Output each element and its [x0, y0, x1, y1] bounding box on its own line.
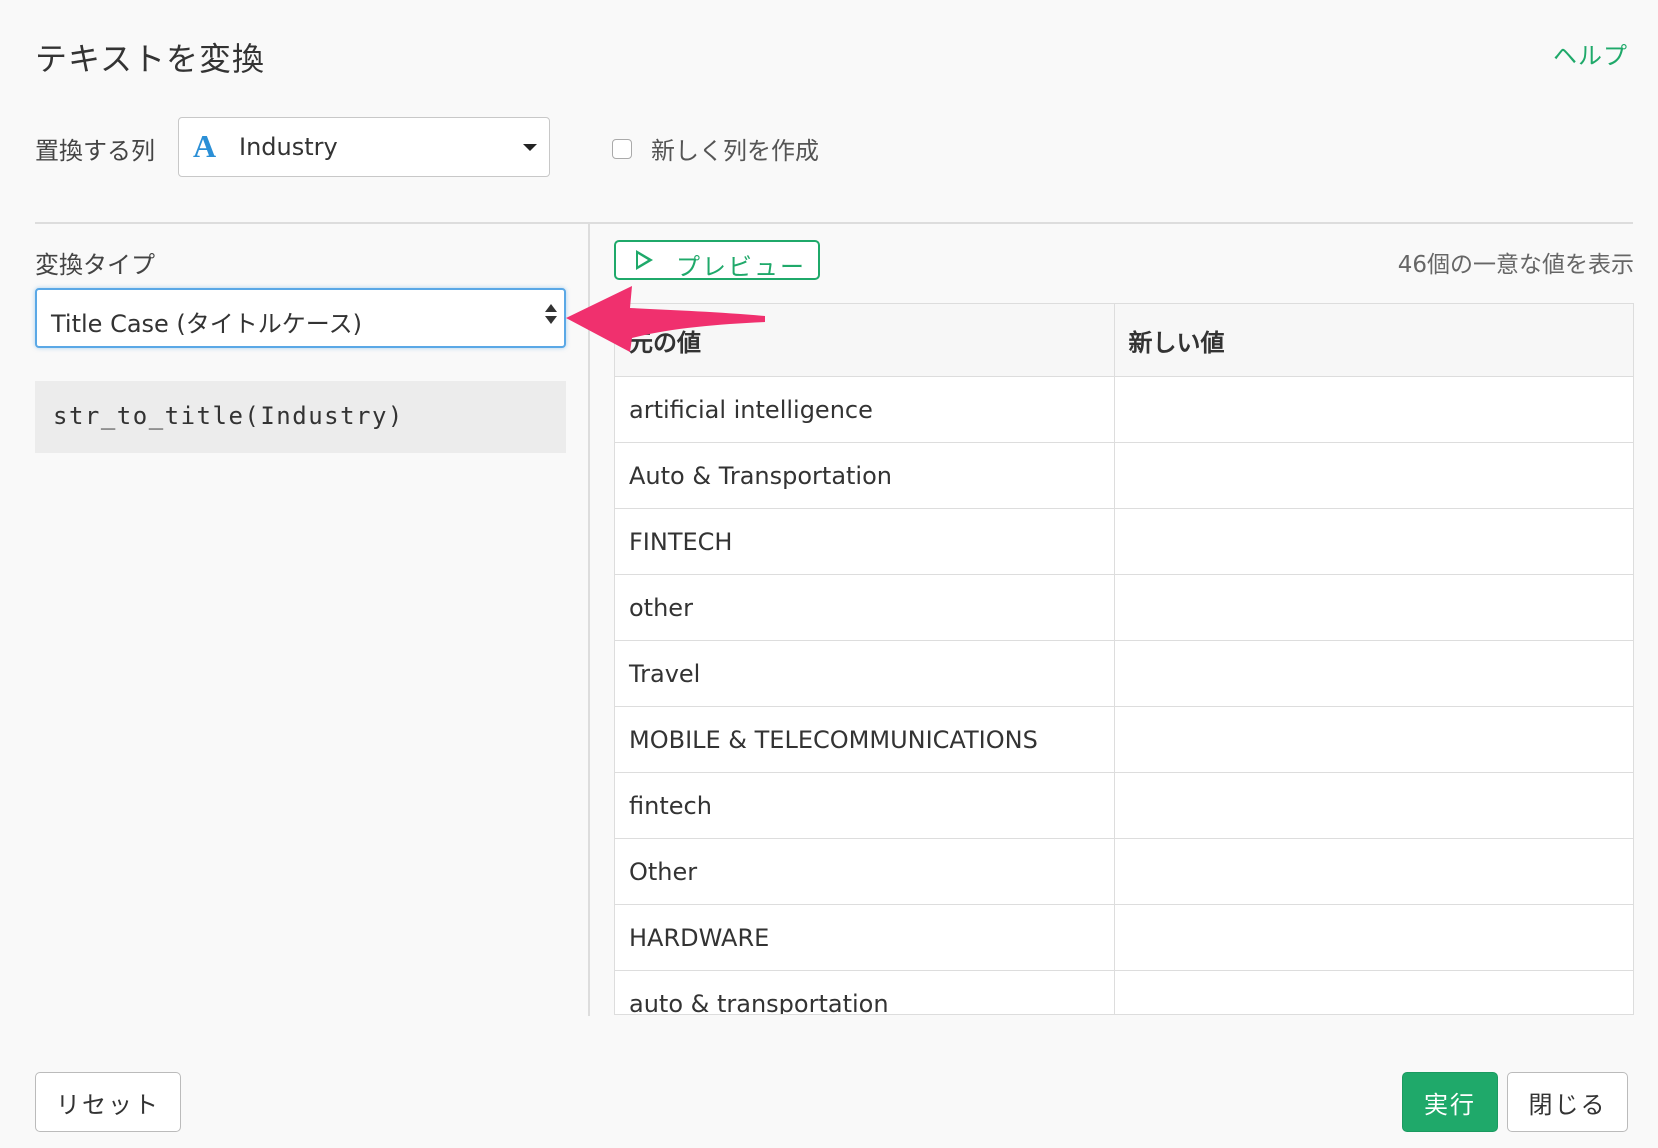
preview-button-label: プレビュー	[676, 253, 806, 281]
original-value-cell: fintech	[615, 772, 1115, 839]
new-value-cell	[1114, 574, 1633, 641]
table-row: MOBILE & TELECOMMUNICATIONS	[615, 706, 1633, 773]
preview-button[interactable]: プレビュー	[614, 240, 820, 281]
transform-type-value: Title Case (タイトルケース)	[51, 310, 362, 338]
column-header-new: 新しい値	[1114, 304, 1633, 377]
dialog-title: テキストを変換	[35, 40, 266, 78]
column-selector-value: Industry	[239, 133, 338, 161]
table-row: fintech	[615, 772, 1633, 839]
original-value-cell: Auto & Transportation	[615, 442, 1115, 509]
new-value-cell	[1114, 838, 1633, 905]
column-header-original: 元の値	[615, 304, 1115, 377]
preview-table: 元の値 新しい値 artificial intelligence Auto & …	[615, 304, 1633, 1014]
transform-type-label: 変換タイプ	[35, 251, 155, 279]
new-value-cell	[1114, 640, 1633, 707]
table-row: Other	[615, 838, 1633, 905]
new-column-checkbox[interactable]	[612, 138, 632, 159]
caret-down-icon	[523, 144, 537, 151]
new-value-cell	[1114, 970, 1633, 1014]
table-row: auto & transportation	[615, 970, 1633, 1014]
table-row: artificial intelligence	[615, 376, 1633, 443]
table-row: HARDWARE	[615, 904, 1633, 971]
original-value-cell: artificial intelligence	[615, 376, 1115, 443]
horizontal-divider	[35, 222, 1633, 224]
new-value-cell	[1114, 904, 1633, 971]
text-type-icon: A	[193, 128, 217, 164]
transform-type-select[interactable]: Title Case (タイトルケース)	[35, 288, 566, 348]
help-link[interactable]: ヘルプ	[1553, 36, 1628, 71]
table-row: Auto & Transportation	[615, 442, 1633, 509]
original-value-cell: auto & transportation	[615, 970, 1115, 1014]
original-value-cell: other	[615, 574, 1115, 641]
table-row: FINTECH	[615, 508, 1633, 575]
table-header-row: 元の値 新しい値	[615, 304, 1633, 377]
original-value-cell: Travel	[615, 640, 1115, 707]
original-value-cell: Other	[615, 838, 1115, 905]
unique-count-text: 46個の一意な値を表示	[1397, 252, 1634, 278]
new-value-cell	[1114, 508, 1633, 575]
original-value-cell: HARDWARE	[615, 904, 1115, 971]
run-button[interactable]: 実行	[1402, 1072, 1498, 1132]
new-value-cell	[1114, 706, 1633, 773]
table-row: Travel	[615, 640, 1633, 707]
column-selector[interactable]: A Industry	[178, 117, 550, 177]
original-value-cell: FINTECH	[615, 508, 1115, 575]
new-value-cell	[1114, 376, 1633, 443]
new-value-cell	[1114, 772, 1633, 839]
table-row: other	[615, 574, 1633, 641]
new-value-cell	[1114, 442, 1633, 509]
reset-button[interactable]: リセット	[35, 1072, 181, 1132]
new-column-label: 新しく列を作成	[651, 137, 819, 165]
select-arrows-icon	[544, 304, 558, 334]
new-column-option[interactable]: 新しく列を作成	[612, 131, 819, 166]
play-icon	[636, 250, 653, 270]
expression-text: str_to_title(Industry)	[53, 402, 404, 430]
vertical-divider	[588, 224, 590, 1016]
column-selector-label: 置換する列	[35, 137, 155, 165]
close-button[interactable]: 閉じる	[1507, 1072, 1628, 1132]
expression-box: str_to_title(Industry)	[35, 381, 566, 453]
preview-table-container[interactable]: 元の値 新しい値 artificial intelligence Auto & …	[614, 303, 1634, 1015]
original-value-cell: MOBILE & TELECOMMUNICATIONS	[615, 706, 1115, 773]
